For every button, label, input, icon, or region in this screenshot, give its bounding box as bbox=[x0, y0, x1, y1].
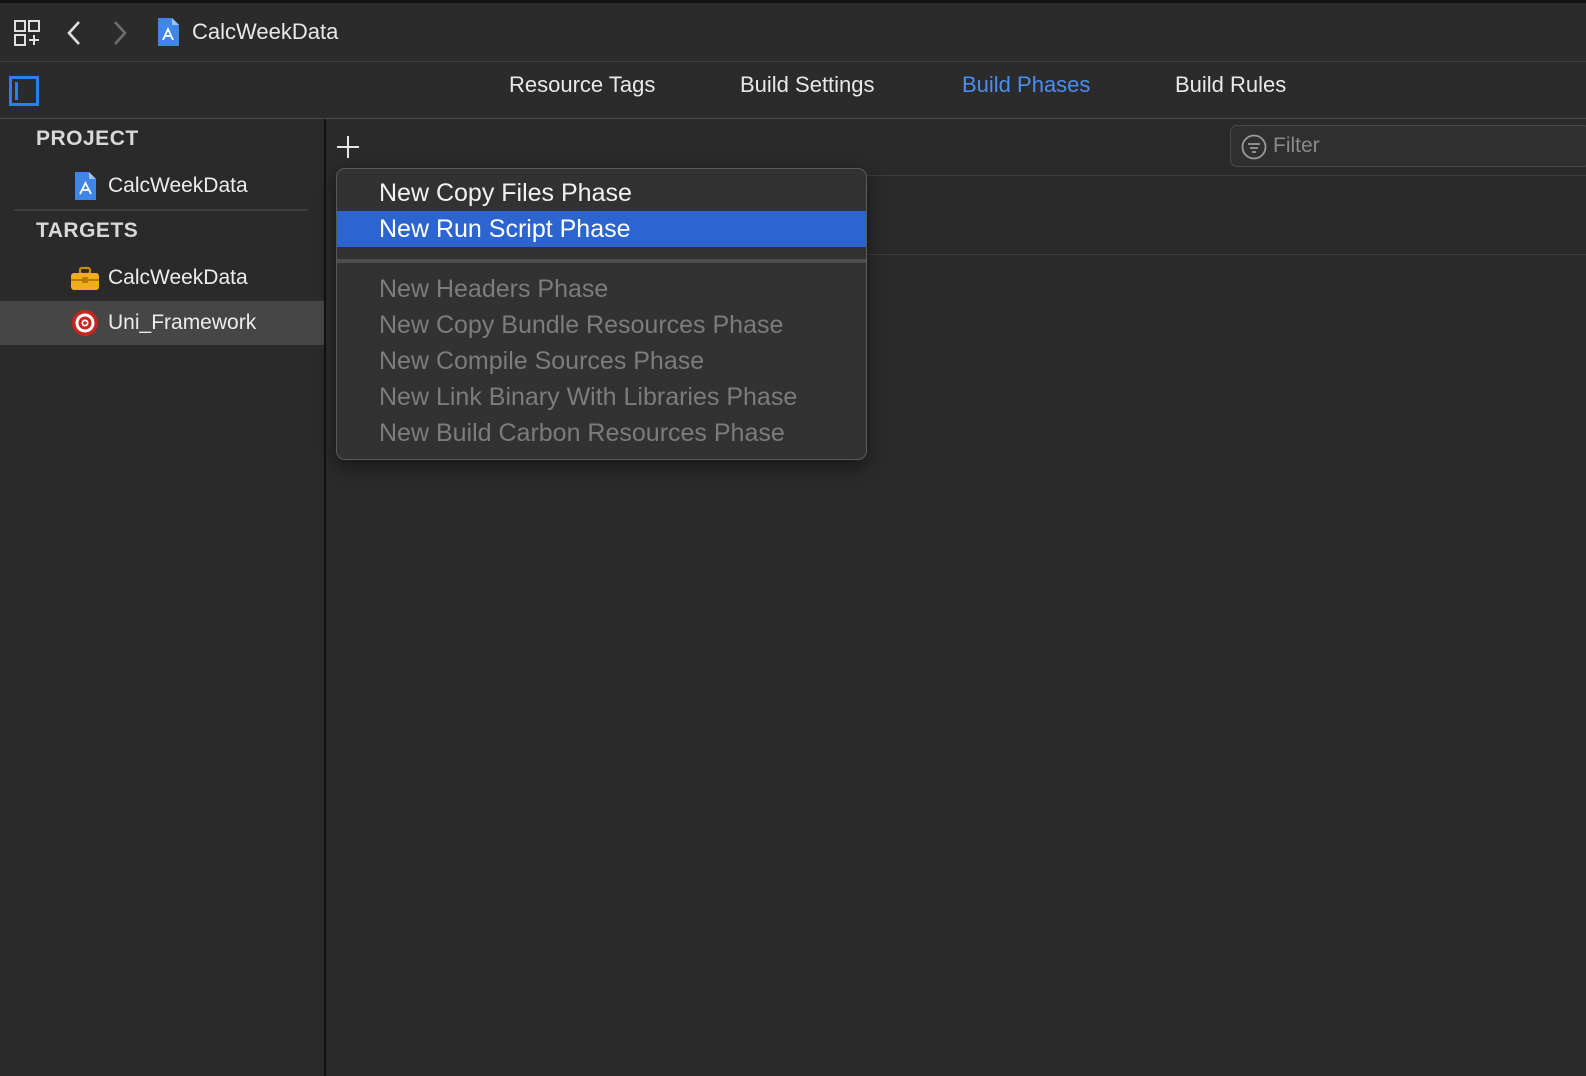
project-target-sidebar: PROJECT CalcWeekData TARGETS CalcWeekDat… bbox=[0, 119, 326, 1076]
sidebar-item-label: CalcWeekData bbox=[108, 266, 248, 289]
breadcrumb[interactable]: CalcWeekData bbox=[156, 15, 338, 49]
targets-section-header: TARGETS bbox=[36, 219, 139, 242]
target-icon bbox=[72, 310, 98, 336]
menu-item-new-build-carbon-resources-phase: New Build Carbon Resources Phase bbox=[379, 419, 785, 447]
forward-chevron-icon[interactable] bbox=[108, 18, 132, 48]
filter-field[interactable]: Filter bbox=[1230, 125, 1586, 167]
tab-resource-tags[interactable]: Resource Tags bbox=[509, 72, 655, 98]
menu-item-new-run-script-phase[interactable]: New Run Script Phase bbox=[337, 211, 866, 247]
filter-placeholder: Filter bbox=[1273, 134, 1320, 157]
tab-build-settings[interactable]: Build Settings bbox=[740, 72, 875, 98]
title-bar: CalcWeekData bbox=[0, 3, 1586, 62]
sidebar-divider bbox=[14, 209, 308, 211]
add-build-phase-plus-icon[interactable] bbox=[336, 135, 360, 159]
breadcrumb-project-name: CalcWeekData bbox=[192, 19, 339, 44]
tab-build-rules[interactable]: Build Rules bbox=[1175, 72, 1286, 98]
back-chevron-icon[interactable] bbox=[62, 18, 86, 48]
menu-item-new-link-binary-with-libraries-phase: New Link Binary With Libraries Phase bbox=[379, 383, 798, 411]
add-build-phase-menu: New Copy Files Phase New Run Script Phas… bbox=[336, 168, 867, 460]
sidebar-item-label: Uni_Framework bbox=[108, 311, 257, 334]
project-section-header: PROJECT bbox=[36, 127, 139, 150]
xcode-project-file-icon bbox=[75, 172, 96, 200]
menu-item-new-copy-files-phase[interactable]: New Copy Files Phase bbox=[337, 175, 866, 211]
related-items-grid-icon[interactable] bbox=[12, 18, 42, 48]
section-divider bbox=[856, 254, 1586, 255]
menu-separator bbox=[337, 259, 866, 263]
xcode-project-file-icon bbox=[158, 18, 179, 46]
section-divider bbox=[856, 175, 1586, 176]
sidebar-item-label: CalcWeekData bbox=[108, 174, 248, 197]
filter-icon bbox=[1241, 134, 1267, 160]
editor-tab-bar: Resource Tags Build Settings Build Phase… bbox=[0, 62, 1586, 119]
sidebar-item-target-calcweekdata[interactable]: CalcWeekData bbox=[0, 256, 324, 300]
menu-item-new-headers-phase: New Headers Phase bbox=[379, 275, 609, 303]
toolbox-icon bbox=[71, 266, 99, 290]
menu-item-new-compile-sources-phase: New Compile Sources Phase bbox=[379, 347, 705, 375]
toggle-navigator-icon[interactable] bbox=[9, 76, 39, 106]
sidebar-item-target-uni-framework[interactable]: Uni_Framework bbox=[0, 301, 324, 345]
sidebar-item-project[interactable]: CalcWeekData bbox=[0, 164, 324, 208]
menu-item-new-copy-bundle-resources-phase: New Copy Bundle Resources Phase bbox=[379, 311, 784, 339]
tab-build-phases[interactable]: Build Phases bbox=[962, 72, 1090, 98]
